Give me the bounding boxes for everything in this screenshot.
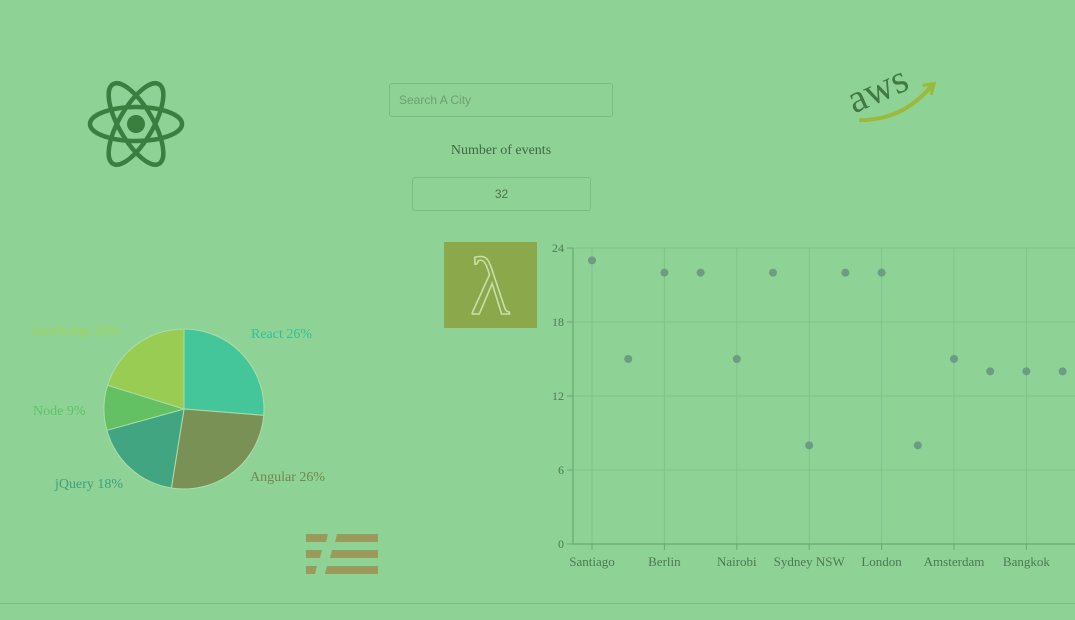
scatter-point[interactable]	[877, 268, 886, 277]
pie-chart: React 26% Angular 26% jQuery 18% Node 9% Jav…	[32, 324, 325, 492]
scatter-point[interactable]	[769, 268, 777, 277]
lambda-icon: λ	[469, 240, 511, 333]
pie-slice-label: jQuery 18%	[54, 477, 123, 492]
y-tick-label: 6	[558, 463, 564, 477]
x-tick-label: Amsterdam	[924, 554, 985, 569]
pie-slice-label: JavaScript 20%	[32, 324, 120, 339]
scatter-point[interactable]	[1022, 367, 1031, 376]
footer-divider	[0, 603, 1075, 604]
scatter-point[interactable]	[624, 355, 633, 363]
x-tick-label: Santiago	[569, 554, 615, 569]
x-tick-label: Bangkok	[1003, 554, 1050, 569]
scatter-point[interactable]	[805, 441, 814, 450]
scatter-point[interactable]	[1058, 367, 1067, 376]
lambda-glyph: λ	[470, 242, 510, 328]
x-tick-label: Berlin	[648, 554, 681, 569]
y-tick-label: 0	[558, 537, 564, 551]
scatter-point[interactable]	[913, 441, 922, 450]
aws-logo-text: aws	[839, 56, 914, 122]
search-city-input[interactable]	[389, 83, 613, 117]
scatter-point[interactable]	[732, 355, 741, 363]
pie-slice-label: Angular 26%	[250, 470, 325, 485]
pie-slice-label: React 26%	[251, 327, 312, 342]
x-tick-label: Sydney NSW	[774, 554, 846, 569]
number-of-events-input[interactable]	[412, 177, 591, 211]
x-tick-label: Nairobi	[717, 554, 757, 569]
x-tick-label: London	[861, 554, 902, 569]
scatter-point[interactable]	[950, 355, 958, 363]
scatter-point[interactable]	[696, 268, 705, 277]
lambda-logo-tile: λ	[444, 240, 537, 333]
number-of-events-label: Number of events	[450, 143, 552, 158]
scatter-point[interactable]	[660, 268, 669, 277]
scatter-chart: 0 6 12 18 24 Santiago Berlin Nairobi Sydney NSW L…	[552, 241, 1075, 569]
scatter-point[interactable]	[986, 367, 995, 376]
serverless-logo-icon	[306, 534, 378, 574]
y-tick-label: 18	[552, 315, 564, 329]
y-tick-label: 24	[552, 241, 564, 255]
react-logo-icon	[87, 81, 185, 167]
scatter-point[interactable]	[841, 268, 850, 277]
aws-logo-icon: aws	[839, 56, 937, 122]
pie-slice-label: Node 9%	[33, 404, 86, 419]
y-tick-label: 12	[552, 389, 564, 403]
scatter-point[interactable]	[588, 256, 596, 265]
